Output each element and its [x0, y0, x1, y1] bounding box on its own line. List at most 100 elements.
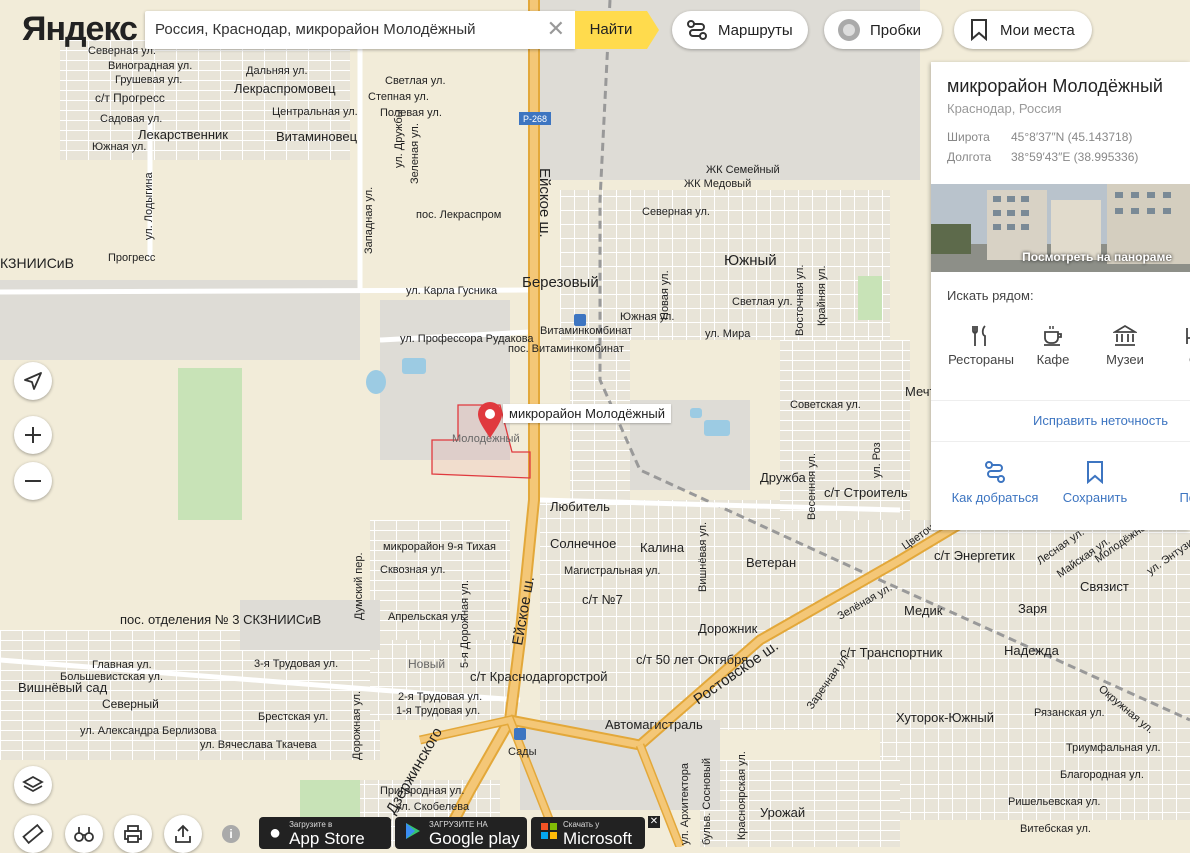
map-label: Магистральная ул. — [564, 565, 660, 577]
district-label: Заря — [1018, 601, 1047, 616]
store-small-text: Скачать у — [563, 819, 600, 829]
action-label: Сохранить — [1062, 490, 1128, 505]
binoculars-icon — [74, 827, 94, 842]
traffic-button[interactable]: Пробки — [824, 11, 942, 49]
store-small-text: Загрузите в — [289, 819, 333, 829]
nearby-cafe[interactable]: Кафе — [1017, 320, 1089, 367]
app-store-badge[interactable]: ● Загрузите в App Store — [259, 817, 391, 849]
share-icon — [1147, 454, 1190, 490]
microsoft-badge[interactable]: Скачать у Microsoft — [531, 817, 645, 849]
fix-inaccuracy-link[interactable]: Исправить неточность — [1033, 413, 1168, 428]
map-label: ул. Вячеслава Ткачева — [200, 739, 317, 751]
map-label: Весенняя ул. — [806, 453, 818, 520]
traffic-label: Пробки — [870, 21, 921, 39]
routes-label: Маршруты — [718, 21, 793, 39]
share-place-button[interactable]: Поде — [1147, 454, 1190, 505]
nearby-museums[interactable]: Музеи — [1089, 320, 1161, 367]
share-button[interactable] — [164, 815, 202, 853]
map-label: Красноярская ул. — [736, 751, 748, 840]
place-subtitle: Краснодар, Россия — [947, 101, 1062, 116]
district-label: Калина — [640, 540, 685, 555]
google-play-icon — [405, 822, 421, 845]
store-small-text: ЗАГРУЗИТЕ НА — [429, 819, 488, 829]
panorama-preview[interactable]: Посмотреть на панораме — [931, 184, 1190, 272]
map-label: ЖК Медовый — [684, 178, 751, 190]
longitude-key: Долгота — [947, 150, 992, 164]
district-label: Хуторок-Южный — [896, 710, 994, 725]
map-label: Рязанская ул. — [1034, 707, 1105, 719]
nearby-title: Искать рядом: — [947, 288, 1034, 303]
map-label: 5-я Дорожная ул. — [459, 580, 471, 668]
map-label: 3-я Трудовая ул. — [254, 658, 338, 670]
district-label: КЗНИИСиВ — [0, 255, 74, 271]
latitude-value[interactable]: 45°8′37″N (45.143718) — [1011, 130, 1132, 144]
map-label: ул. Мира — [705, 328, 751, 340]
map-label: пос. Витаминкомбинат — [508, 343, 624, 355]
map-label: Советская ул. — [790, 399, 861, 411]
info-icon[interactable]: i — [222, 825, 240, 843]
road-shield-label: Р-268 — [523, 114, 547, 124]
map-label: бульв. Сосновый — [701, 758, 713, 845]
district-label: с/т Строитель — [824, 485, 908, 500]
fix-row: Исправить неточность — [931, 400, 1190, 442]
place-title: микрорайон Молодёжный — [947, 76, 1163, 96]
layers-button[interactable] — [14, 766, 52, 804]
marker-label[interactable]: микрорайон Молодёжный — [503, 404, 671, 423]
google-play-badge[interactable]: ЗАГРУЗИТЕ НА Google play — [395, 817, 527, 849]
zoom-in-button[interactable] — [14, 416, 52, 454]
save-button[interactable]: Сохранить — [1047, 454, 1143, 505]
map-label: Благородная ул. — [1060, 769, 1144, 781]
map-label: Триумфальная ул. — [1066, 742, 1161, 754]
map-label: Светлая ул. — [732, 296, 793, 308]
latitude-key: Широта — [947, 130, 990, 144]
district-label: с/т Прогресс — [95, 91, 165, 105]
map-label: Центральная ул. — [272, 106, 358, 118]
apple-icon: ● — [269, 821, 282, 844]
fork-knife-icon — [945, 320, 1017, 352]
print-button[interactable] — [114, 815, 152, 853]
district-label: Южный — [724, 252, 777, 269]
map-label: Брестская ул. — [258, 711, 328, 723]
map-label: Степная ул. — [368, 91, 429, 103]
my-location-button[interactable] — [14, 362, 52, 400]
district-label: Прогресс — [108, 252, 156, 264]
map-label: Грушевая ул. — [115, 74, 182, 86]
longitude-row: Долгота 38°59′43″E (38.995336) — [947, 150, 1190, 164]
logo-text: Яндекс — [22, 10, 138, 48]
district-label: Медик — [904, 603, 943, 618]
top-bar: Яндекс ✕ Найти Маршруты Пробки Мои места — [0, 0, 1190, 62]
layers-icon — [22, 775, 44, 793]
zoom-out-button[interactable] — [14, 462, 52, 500]
district-label: Сады — [508, 746, 537, 758]
my-places-button[interactable]: Мои места — [954, 11, 1092, 49]
panorama-button[interactable] — [65, 815, 103, 853]
district-label: Связист — [1080, 579, 1129, 594]
map-label: Сквозная ул. — [380, 564, 445, 576]
action-label: Как добраться — [951, 490, 1039, 505]
panorama-label: Посмотреть на панораме — [1022, 250, 1172, 264]
clear-icon[interactable]: ✕ — [547, 18, 565, 40]
map-label: Южная ул. — [92, 141, 146, 153]
traffic-icon — [836, 18, 862, 42]
routes-button[interactable]: Маршруты — [672, 11, 808, 49]
yandex-logo[interactable]: Яндекс — [22, 10, 138, 49]
ruler-button[interactable] — [14, 815, 52, 853]
find-button[interactable]: Найти — [575, 11, 659, 49]
search-input[interactable] — [145, 11, 545, 47]
map-label: Дорожная ул. — [351, 691, 363, 760]
district-label: Ветеран — [746, 555, 796, 570]
store-big-text: Google play — [429, 828, 520, 848]
map-label: 1-я Трудовая ул. — [396, 705, 480, 717]
directions-button[interactable]: Как добраться — [947, 454, 1043, 505]
map-label: ул. Дружбы — [393, 109, 405, 168]
my-places-label: Мои места — [1000, 21, 1075, 39]
map-label: Западная ул. — [363, 187, 375, 254]
district-label: Новый — [408, 657, 445, 671]
map-label: Северная ул. — [642, 206, 710, 218]
nearby-hotels[interactable]: От — [1161, 320, 1190, 367]
map-label: Светлая ул. — [385, 75, 446, 87]
close-badges-icon[interactable]: ✕ — [648, 816, 660, 828]
map-label: ул. Карла Гусника — [406, 285, 498, 297]
longitude-value[interactable]: 38°59′43″E (38.995336) — [1011, 150, 1138, 164]
nearby-restaurants[interactable]: Рестораны — [945, 320, 1017, 367]
